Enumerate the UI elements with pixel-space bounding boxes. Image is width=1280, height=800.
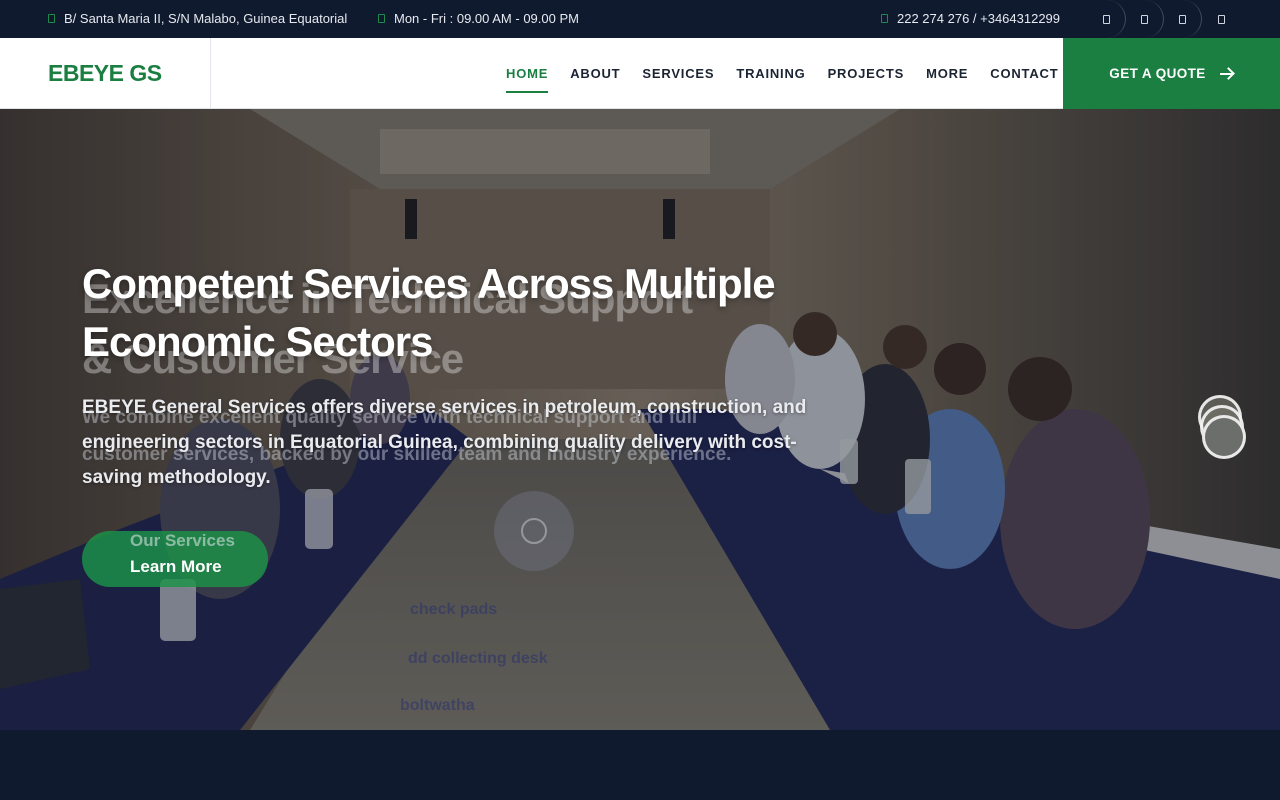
- next-section: [0, 730, 1280, 800]
- address-text: B/ Santa Maria II, S/N Malabo, Guinea Eq…: [64, 11, 348, 26]
- get-quote-button[interactable]: GET A QUOTE: [1063, 38, 1280, 109]
- social-icon-2[interactable]: [1126, 0, 1164, 38]
- slider-thumbnails: [1198, 395, 1248, 465]
- nav-item-contact[interactable]: CONTACT: [990, 66, 1058, 81]
- address-info: B/ Santa Maria II, S/N Malabo, Guinea Eq…: [48, 11, 347, 26]
- phone-text[interactable]: 222 274 276 / +3464312299: [897, 11, 1060, 26]
- background-text-3: boltwatha: [400, 697, 475, 714]
- social-links: [1088, 0, 1240, 38]
- get-quote-label: GET A QUOTE: [1109, 66, 1206, 81]
- phone-info[interactable]: 222 274 276 / +3464312299: [881, 11, 1060, 26]
- hours-info: Mon - Fri : 09.00 AM - 09.00 PM: [378, 11, 579, 26]
- background-text-1: check pads: [410, 601, 498, 618]
- nav-item-training[interactable]: TRAINING: [736, 66, 805, 81]
- nav-item-more[interactable]: MORE: [926, 66, 968, 81]
- hours-text: Mon - Fri : 09.00 AM - 09.00 PM: [394, 11, 579, 26]
- prev-slide-cta: Our Services: [130, 531, 235, 550]
- clock-icon: [378, 14, 385, 23]
- main-nav: EBEYE GS HOME ABOUT SERVICES TRAINING PR…: [0, 38, 1280, 109]
- nav-item-services[interactable]: SERVICES: [642, 66, 714, 81]
- site-logo[interactable]: EBEYE GS: [48, 60, 162, 87]
- learn-more-label: Learn More: [130, 557, 222, 576]
- play-icon: [521, 518, 547, 544]
- nav-item-projects[interactable]: PROJECTS: [828, 66, 904, 81]
- arrow-right-icon: [1219, 68, 1234, 80]
- nav-item-home[interactable]: HOME: [506, 66, 549, 93]
- social-icon-3[interactable]: [1164, 0, 1202, 38]
- top-bar: B/ Santa Maria II, S/N Malabo, Guinea Eq…: [0, 0, 1280, 38]
- location-icon: [48, 14, 55, 23]
- phone-icon: [881, 14, 888, 23]
- social-icon-4[interactable]: [1202, 0, 1240, 38]
- hero-section: Excellence in Technical Support & Custom…: [0, 109, 1280, 730]
- social-icon-1[interactable]: [1088, 0, 1126, 38]
- hero-description: EBEYE General Services offers diverse se…: [82, 397, 807, 488]
- nav-item-about[interactable]: ABOUT: [570, 66, 620, 81]
- nav-divider: [210, 38, 211, 109]
- background-text-2: dd collecting desk: [408, 650, 548, 667]
- nav-menu: HOME ABOUT SERVICES TRAINING PROJECTS MO…: [506, 38, 1080, 109]
- video-play-button[interactable]: [494, 491, 574, 571]
- hero-title: Competent Services Across Multiple Econo…: [82, 260, 776, 365]
- slider-thumb-3[interactable]: [1202, 415, 1246, 459]
